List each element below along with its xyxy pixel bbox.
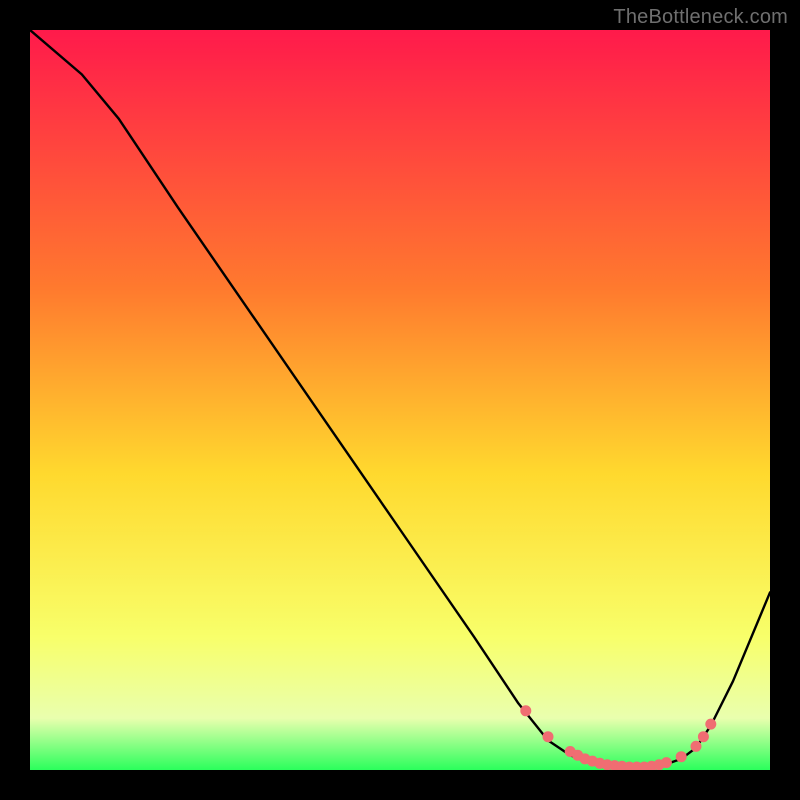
curve-marker — [543, 732, 553, 742]
attribution-text: TheBottleneck.com — [613, 6, 788, 29]
curve-marker — [676, 752, 686, 762]
curve-marker — [521, 706, 531, 716]
curve-marker — [661, 758, 671, 768]
curve-marker — [706, 719, 716, 729]
gradient-background — [30, 30, 770, 770]
curve-marker — [691, 741, 701, 751]
bottleneck-curve-chart — [30, 30, 770, 770]
curve-marker — [698, 732, 708, 742]
chart-stage: TheBottleneck.com — [0, 0, 800, 800]
